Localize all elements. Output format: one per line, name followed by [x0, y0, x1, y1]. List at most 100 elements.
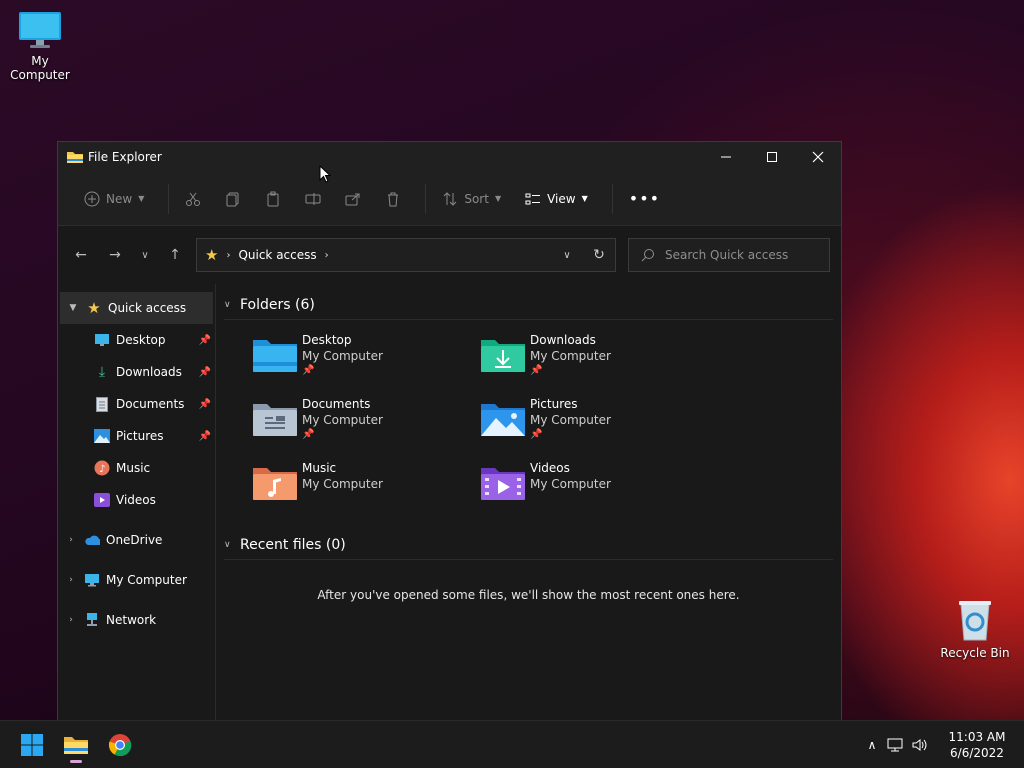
music-folder-icon [253, 468, 297, 500]
nav-item-onedrive[interactable]: › OneDrive [58, 524, 215, 556]
close-button[interactable] [795, 142, 841, 172]
nav-item-music[interactable]: ♪ Music [58, 452, 215, 484]
desktop-icon [94, 332, 110, 348]
address-dropdown-button[interactable]: ∨ [551, 239, 583, 271]
nav-item-desktop[interactable]: Desktop 📌 [58, 324, 215, 356]
more-options-button[interactable]: ••• [621, 183, 668, 215]
new-button[interactable]: New ▼ [76, 183, 152, 215]
nav-item-my-computer[interactable]: › My Computer [58, 564, 215, 596]
folder-location: My Computer [302, 477, 383, 491]
close-icon [812, 151, 824, 163]
folder-documents[interactable]: Documents My Computer 📌 [252, 392, 480, 456]
rename-button[interactable] [297, 183, 329, 215]
title-bar[interactable]: File Explorer [58, 142, 841, 172]
share-button[interactable] [337, 183, 369, 215]
folders-grid: Desktop My Computer 📌 Downloads My Compu… [224, 320, 833, 520]
cut-button[interactable] [177, 183, 209, 215]
start-button[interactable] [12, 725, 52, 765]
delete-button[interactable] [377, 183, 409, 215]
address-bar[interactable]: ★ › Quick access › ∨ ↻ [196, 238, 616, 272]
nav-item-downloads[interactable]: ⤓ Downloads 📌 [58, 356, 215, 388]
system-tray: ∧ 11:03 AM 6/6/2022 [860, 721, 1024, 768]
nav-item-label: Network [106, 613, 157, 627]
paste-button[interactable] [257, 183, 289, 215]
ethernet-icon [887, 738, 903, 751]
nav-item-quick-access[interactable]: ▼ ★ Quick access [60, 292, 213, 324]
sort-button[interactable]: Sort ▼ [434, 183, 509, 215]
folder-name: Downloads [530, 333, 596, 347]
folder-desktop[interactable]: Desktop My Computer 📌 [252, 328, 480, 392]
folders-header-label: Folders (6) [240, 296, 315, 313]
window-title: File Explorer [88, 150, 162, 164]
folder-name: Desktop [302, 333, 352, 347]
toolbar-divider [168, 183, 170, 214]
chrome-icon [108, 733, 132, 756]
recent-header-label: Recent files (0) [240, 536, 346, 553]
clock-date: 6/6/2022 [950, 745, 1004, 760]
folder-pictures[interactable]: Pictures My Computer 📌 [480, 392, 708, 456]
more-icon: ••• [628, 189, 661, 208]
taskbar-chrome[interactable] [100, 725, 140, 765]
pin-icon[interactable]: 📌 [199, 431, 211, 442]
pin-icon[interactable]: 📌 [199, 367, 211, 378]
folder-music[interactable]: Music My Computer [252, 456, 480, 520]
chevron-right-icon[interactable]: › [325, 250, 329, 261]
desktop-icon-my-computer[interactable]: My Computer [0, 10, 80, 82]
folder-downloads[interactable]: Downloads My Computer 📌 [480, 328, 708, 392]
up-button[interactable]: ↑ [158, 239, 192, 271]
network-status-button[interactable] [884, 737, 908, 753]
folders-section-header[interactable]: ∨ Folders (6) [224, 290, 833, 320]
pin-icon[interactable]: 📌 [199, 335, 211, 346]
search-input[interactable]: Search Quick access [628, 238, 830, 272]
nav-item-pictures[interactable]: Pictures 📌 [58, 420, 215, 452]
recent-locations-button[interactable]: ∨ [132, 239, 158, 271]
nav-item-documents[interactable]: Documents 📌 [58, 388, 215, 420]
chevron-right-icon[interactable]: › [58, 575, 84, 585]
arrow-right-icon: → [109, 247, 121, 263]
pin-icon: 📌 [302, 429, 315, 440]
folder-videos[interactable]: Videos My Computer [480, 456, 708, 520]
recent-empty-message: After you've opened some files, we'll sh… [317, 588, 740, 602]
volume-button[interactable] [908, 737, 932, 753]
chevron-down-icon: ∨ [141, 249, 149, 261]
folder-name: Pictures [530, 397, 578, 411]
network-icon [84, 612, 100, 628]
clock-time: 11:03 AM [948, 729, 1006, 744]
folder-location: My Computer [302, 349, 383, 363]
arrow-up-icon: ↑ [169, 247, 181, 263]
chevron-right-icon[interactable]: › [58, 535, 84, 545]
desktop-icon-recycle-bin[interactable]: Recycle Bin [935, 598, 1015, 660]
view-label: View [547, 191, 576, 206]
copy-button[interactable] [217, 183, 249, 215]
nav-item-videos[interactable]: Videos [58, 484, 215, 516]
minimize-button[interactable] [703, 142, 749, 172]
share-icon [345, 193, 360, 205]
view-button[interactable]: View ▼ [517, 183, 596, 215]
recent-section-header[interactable]: ∨ Recent files (0) [224, 530, 833, 560]
pin-icon[interactable]: 📌 [199, 399, 211, 410]
folder-name: Videos [530, 461, 570, 475]
back-button[interactable]: ← [64, 239, 98, 271]
scissors-icon [186, 192, 201, 206]
plus-circle-icon [84, 191, 100, 206]
forward-button[interactable]: → [98, 239, 132, 271]
nav-item-label: Videos [116, 493, 156, 507]
cloud-icon [84, 532, 100, 548]
desktop-folder-icon [253, 340, 297, 372]
clock[interactable]: 11:03 AM 6/6/2022 [938, 729, 1016, 761]
maximize-button[interactable] [749, 142, 795, 172]
chevron-up-icon: ∧ [867, 737, 877, 752]
sort-icon [443, 191, 457, 206]
chevron-down-icon[interactable]: ▼ [60, 303, 86, 313]
toolbar-divider [425, 183, 427, 214]
breadcrumb-quick-access[interactable]: Quick access [238, 248, 316, 262]
show-hidden-icons-button[interactable]: ∧ [860, 738, 884, 752]
chevron-right-icon[interactable]: › [58, 615, 84, 625]
new-label: New [106, 191, 133, 206]
refresh-button[interactable]: ↻ [583, 239, 615, 271]
taskbar-file-explorer[interactable] [56, 725, 96, 765]
maximize-icon [767, 152, 777, 162]
search-placeholder: Search Quick access [665, 248, 789, 262]
nav-item-network[interactable]: › Network [58, 604, 215, 636]
trash-icon [388, 192, 399, 206]
